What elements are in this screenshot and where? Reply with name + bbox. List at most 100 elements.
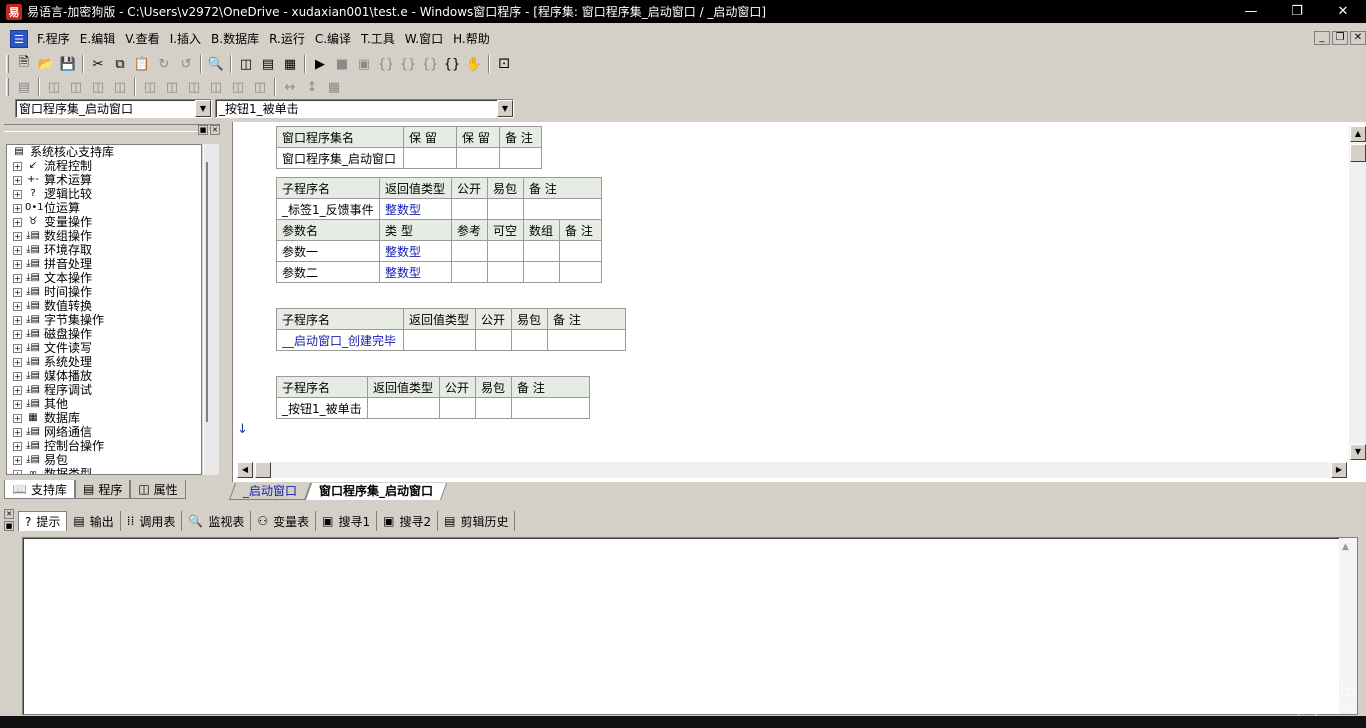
hint-output-area[interactable]: ▲ [22,537,1358,715]
expand-icon[interactable]: + [13,189,22,199]
panel-close-button[interactable]: ✕ [210,125,220,135]
vspace-icon[interactable]: ↕ [301,77,323,97]
align-bottom-icon[interactable]: ◫ [109,77,131,97]
editor-horizontal-scrollbar[interactable]: ◀ ▶ [237,462,1347,478]
expand-icon[interactable]: + [13,287,22,297]
subroutine-name-cell[interactable]: _按钮1_被单击 [276,397,368,419]
tab-output[interactable]: ▤ 输出 [67,511,121,531]
panel-float-button[interactable]: ■ [198,125,208,135]
align-center-icon[interactable]: ◫ [65,77,87,97]
align-left-icon[interactable]: ◫ [43,77,65,97]
param-name-cell[interactable]: 参数一 [276,240,380,262]
expand-icon[interactable]: + [13,231,22,241]
table-cell[interactable] [475,397,512,419]
tree-item[interactable]: +0•1 位运算 [7,201,201,215]
expand-icon[interactable]: + [13,329,22,339]
tree-item[interactable]: + ⤓▤ 文件读写 [7,341,201,355]
expand-icon[interactable]: + [13,427,22,437]
toolbar-grip[interactable] [6,78,9,96]
layout-top-icon[interactable]: ▤ [257,54,279,74]
tree-item[interactable]: + ⤓▤ 字节集操作 [7,313,201,327]
table-cell[interactable] [403,147,457,169]
step-out-icon[interactable]: {} [419,54,441,74]
bottom-edge-icon[interactable]: ◫ [205,77,227,97]
tree-item[interactable]: + +- 算术运算 [7,173,201,187]
chevron-down-icon[interactable]: ▼ [497,100,513,117]
code-editor[interactable]: ↓ 窗口程序集名 保 留 保 留 备 注 窗口程序集_启动窗口 子程序名 返回值… [232,122,1366,482]
table-cell[interactable] [547,329,626,351]
tab-watch[interactable]: 🔍 监视表 [182,511,252,531]
table-cell[interactable] [523,198,602,220]
center-vertical-icon[interactable]: ◫ [161,77,183,97]
layout-bottom-icon[interactable]: ▦ [279,54,301,74]
expand-icon[interactable]: + [13,203,22,213]
top-edge-icon[interactable]: ◫ [183,77,205,97]
tree-item[interactable]: + ⤓▤ 磁盘操作 [7,327,201,341]
expand-icon[interactable]: + [13,385,22,395]
return-type-cell[interactable]: 整数型 [379,198,452,220]
menu-database[interactable]: B.数据库 [206,30,264,48]
expand-icon[interactable]: + [13,357,22,367]
tree-item[interactable]: + ▦ 数据库 [7,411,201,425]
new-file-icon[interactable]: 🗎 [13,54,35,74]
expand-icon[interactable]: + [13,273,22,283]
scroll-left-icon[interactable]: ◀ [237,462,253,478]
expand-icon[interactable]: + [13,343,22,353]
table-cell[interactable] [523,261,560,283]
align-middle-icon[interactable]: ◫ [139,77,161,97]
expand-icon[interactable]: + [13,161,22,171]
find-icon[interactable]: 🔍 [205,54,227,74]
undo-icon[interactable]: ↺ [175,54,197,74]
chevron-down-icon[interactable]: ▼ [195,100,211,117]
expand-icon[interactable]: + [13,259,22,269]
tree-item[interactable]: + ♉ 变量操作 [7,215,201,229]
expand-icon[interactable]: + [13,413,22,423]
tree-item[interactable]: + ⤓▤ 数组操作 [7,229,201,243]
tree-item[interactable]: + ↙ 流程控制 [7,159,201,173]
table-cell[interactable] [487,240,524,262]
scroll-right-icon[interactable]: ▶ [1331,462,1347,478]
support-library-tree[interactable]: ▤ 系统核心支持库 + ↙ 流程控制 + +- 算术运算 +? 逻辑比较 +0•1 位运算 + ♉ 变量… [6,144,202,475]
grid-icon[interactable]: ▦ [323,77,345,97]
expand-icon[interactable]: + [13,455,22,465]
menu-edit[interactable]: E.编辑 [75,30,120,48]
layout-left-icon[interactable]: ◫ [235,54,257,74]
tree-item[interactable]: + ⤓▤ 易包 [7,453,201,467]
table-cell[interactable] [487,261,524,283]
expand-icon[interactable]: + [13,315,22,325]
tree-scrollbar[interactable] [203,144,219,475]
stop-icon[interactable]: ■ [331,54,353,74]
tree-item[interactable]: + ⤓▤ 文本操作 [7,271,201,285]
panel-grip[interactable] [4,124,220,132]
tree-item[interactable]: + ⤓▤ 控制台操作 [7,439,201,453]
editor-vertical-scrollbar[interactable]: ▲ ▼ [1349,126,1366,460]
table-cell[interactable] [403,329,476,351]
tree-item[interactable]: + ⤓▤ 系统处理 [7,355,201,369]
cut-icon[interactable]: ✂ [87,54,109,74]
expand-icon[interactable]: + [13,217,22,227]
form-icon[interactable]: ▤ [13,77,35,97]
scroll-up-icon[interactable]: ▲ [1350,126,1366,142]
table-cell[interactable] [439,397,476,419]
param-name-cell[interactable]: 参数二 [276,261,380,283]
panel-close-button[interactable]: ✕ [4,509,14,519]
tab-start-window[interactable]: _启动窗口 [228,483,312,500]
expand-icon[interactable]: + [13,301,22,311]
document-icon[interactable]: ☰ [10,30,28,48]
subroutine-name-cell[interactable]: __启动窗口_创建完毕 [276,329,404,351]
tab-support-library[interactable]: 📖 支持库 [4,480,75,499]
table-cell[interactable] [451,261,488,283]
table-cell[interactable] [451,240,488,262]
table-cell[interactable] [499,147,542,169]
same-width-icon[interactable]: ◫ [227,77,249,97]
table-cell[interactable] [456,147,500,169]
tree-item[interactable]: + ⤓▤ 网络通信 [7,425,201,439]
expand-icon[interactable]: + [13,469,22,474]
menu-compile[interactable]: C.编译 [310,30,356,48]
redo-icon[interactable]: ↻ [153,54,175,74]
table-cell[interactable] [367,397,440,419]
tab-program[interactable]: ▤ 程序 [74,480,131,499]
debug-icon[interactable]: ▣ [353,54,375,74]
mdi-restore-button[interactable]: ❐ [1332,31,1348,45]
table-cell[interactable] [487,198,524,220]
